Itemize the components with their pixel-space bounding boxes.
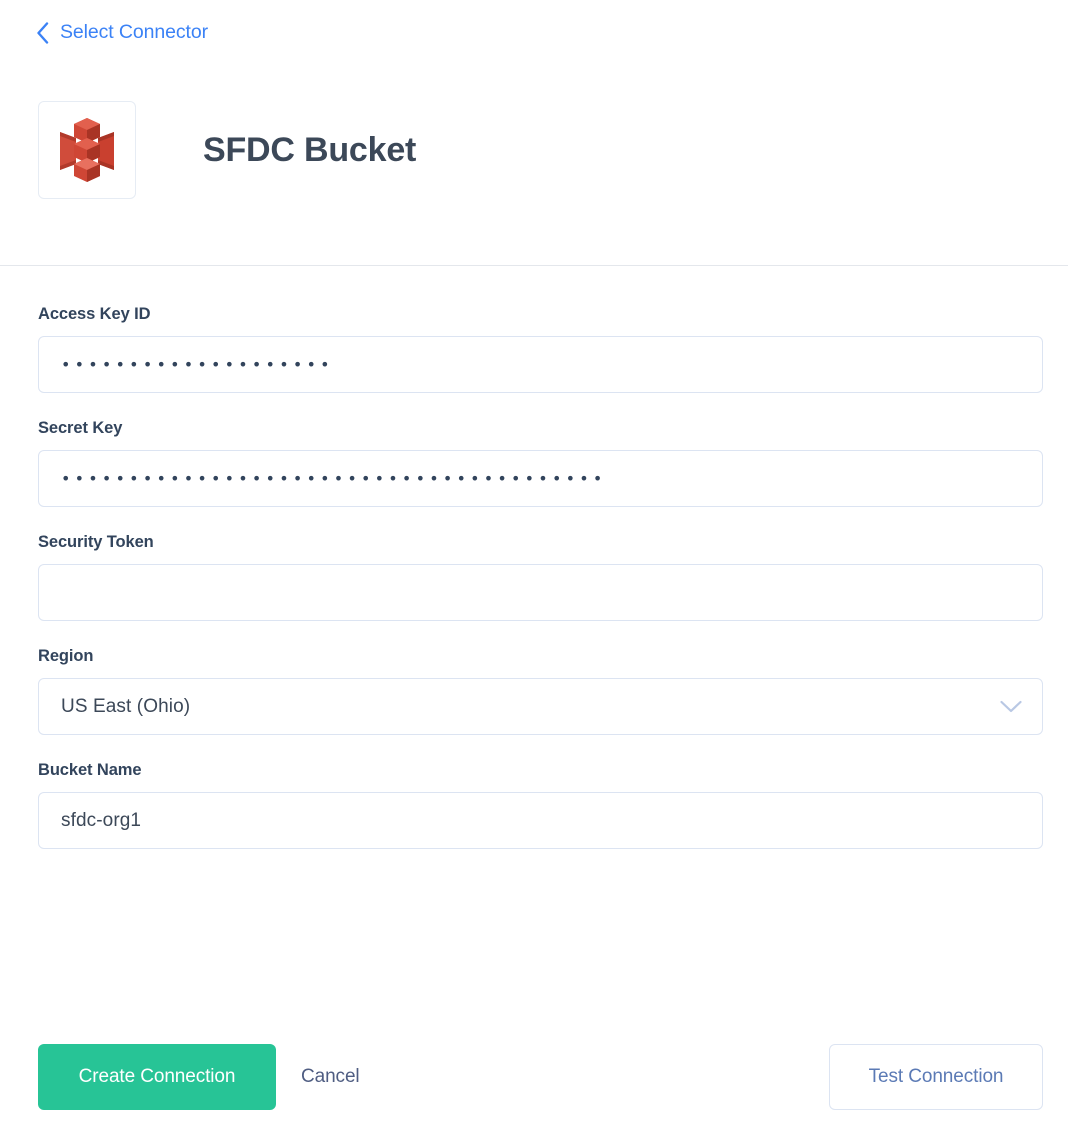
bucket-name-value: sfdc-org1 bbox=[61, 811, 142, 830]
header-divider bbox=[0, 265, 1068, 266]
security-token-label: Security Token bbox=[38, 533, 154, 551]
aws-s3-bucket-icon bbox=[58, 118, 116, 182]
region-select[interactable]: US East (Ohio) bbox=[38, 678, 1043, 735]
back-link-label: Select Connector bbox=[60, 21, 208, 44]
bucket-name-input[interactable]: sfdc-org1 bbox=[38, 792, 1043, 849]
secret-key-value: •••••••••••••••••••••••••••••••••••••••• bbox=[61, 470, 607, 487]
back-to-select-connector[interactable]: Select Connector bbox=[36, 22, 208, 44]
connector-header: SFDC Bucket bbox=[38, 101, 416, 199]
field-security-token: Security Token bbox=[38, 533, 1043, 621]
field-region: Region US East (Ohio) bbox=[38, 647, 1043, 735]
page-title: SFDC Bucket bbox=[203, 131, 417, 169]
access-key-id-value: •••••••••••••••••••• bbox=[61, 356, 334, 373]
region-label: Region bbox=[38, 647, 94, 665]
cancel-button[interactable]: Cancel bbox=[301, 1044, 360, 1110]
chevron-left-icon bbox=[36, 22, 49, 44]
secret-key-label: Secret Key bbox=[38, 419, 123, 437]
create-connection-button[interactable]: Create Connection bbox=[38, 1044, 276, 1110]
connector-icon-card bbox=[38, 101, 136, 199]
access-key-id-input[interactable]: •••••••••••••••••••• bbox=[38, 336, 1043, 393]
field-bucket-name: Bucket Name sfdc-org1 bbox=[38, 761, 1043, 849]
connection-form: Access Key ID •••••••••••••••••••• Secre… bbox=[38, 305, 1043, 875]
bucket-name-label: Bucket Name bbox=[38, 761, 142, 779]
access-key-id-label: Access Key ID bbox=[38, 305, 151, 323]
form-actions: Create Connection Cancel Test Connection bbox=[38, 1044, 1043, 1110]
field-secret-key: Secret Key •••••••••••••••••••••••••••••… bbox=[38, 419, 1043, 507]
security-token-input[interactable] bbox=[38, 564, 1043, 621]
field-access-key-id: Access Key ID •••••••••••••••••••• bbox=[38, 305, 1043, 393]
test-connection-button[interactable]: Test Connection bbox=[829, 1044, 1043, 1110]
secret-key-input[interactable]: •••••••••••••••••••••••••••••••••••••••• bbox=[38, 450, 1043, 507]
region-value: US East (Ohio) bbox=[61, 697, 191, 716]
